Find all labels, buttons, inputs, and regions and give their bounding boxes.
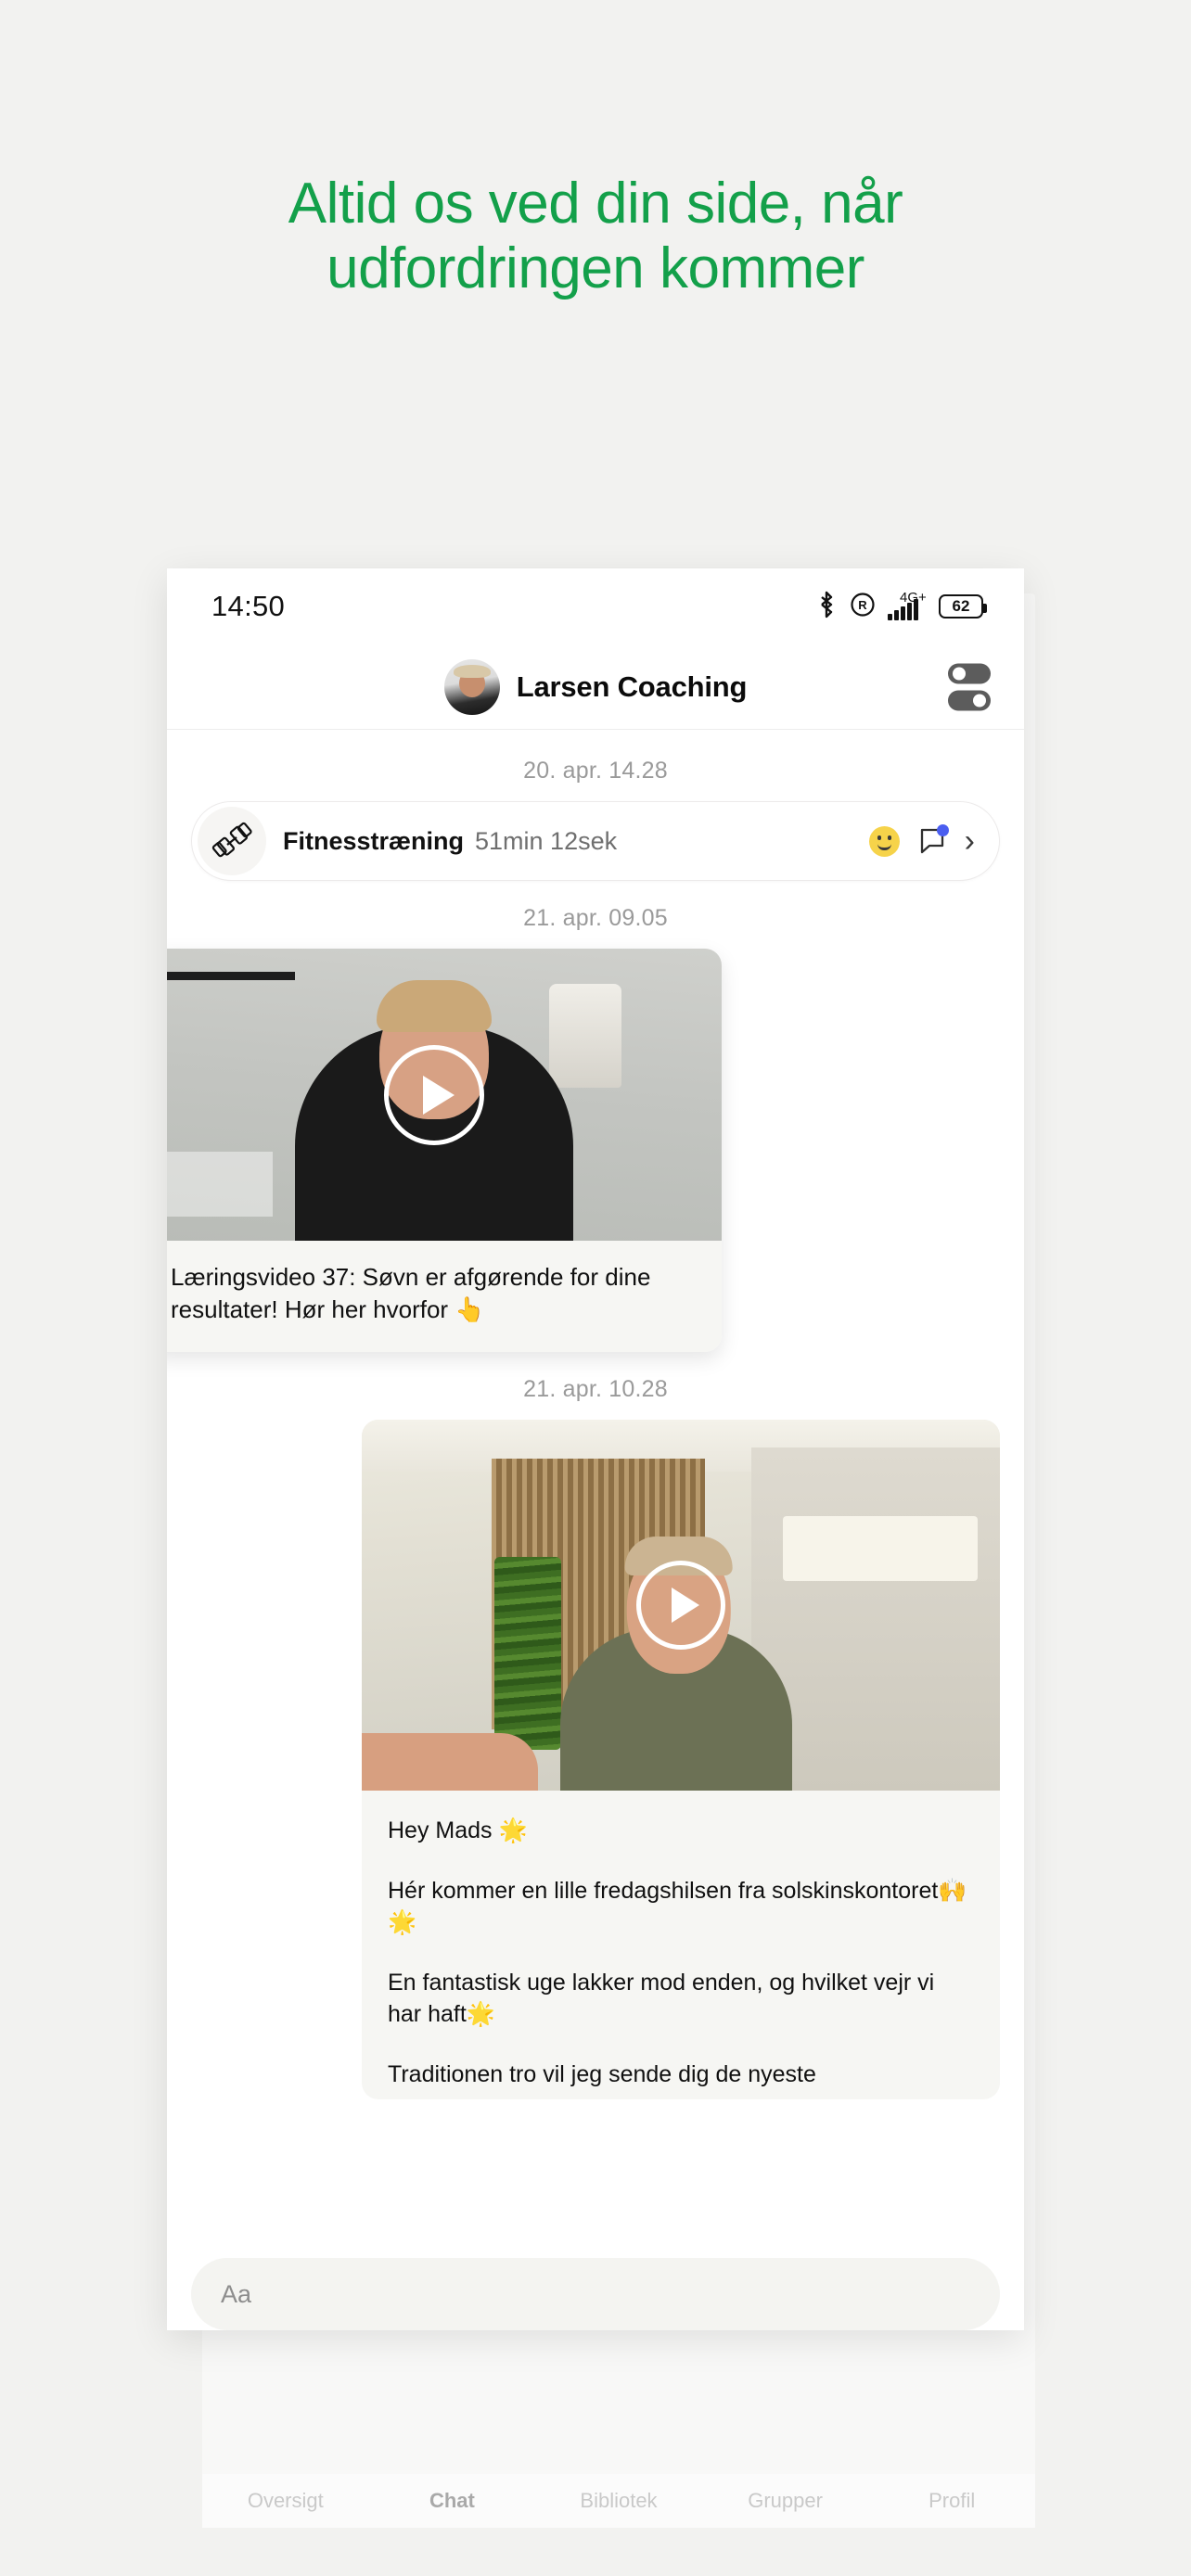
video-caption-text-1: Læringsvideo 37: Søvn er afgørende for d… xyxy=(171,1263,651,1324)
avatar xyxy=(443,658,500,715)
play-icon[interactable] xyxy=(384,1044,484,1145)
comment-bubble-icon[interactable] xyxy=(918,824,949,855)
video-thumbnail-2[interactable] xyxy=(362,1420,1000,1792)
promo-page: Altid os ved din side, når udfordringen … xyxy=(0,0,1191,2576)
video-message-2[interactable]: Hey Mads 🌟 Hér kommer en lille fredagshi… xyxy=(362,1420,1000,2100)
daystamp-3: 21. apr. 10.28 xyxy=(523,1376,668,1403)
smiley-icon[interactable] xyxy=(868,825,900,857)
ghost-nav-item-bibliotek: Bibliotek xyxy=(580,2489,658,2512)
chat-header: Larsen Coaching xyxy=(167,644,1024,730)
status-bar: 14:50 R 4G+ 62 xyxy=(167,568,1024,644)
video-caption-1: Læringsvideo 37: Søvn er afgørende for d… xyxy=(167,1241,722,1353)
ghost-nav-item-chat: Chat xyxy=(429,2489,475,2512)
wall-frame-decor xyxy=(167,949,295,980)
message-paragraph-4: Traditionen tro vil jeg sende dig de nye… xyxy=(388,2060,816,2087)
video-thumbnail-1[interactable] xyxy=(167,949,722,1241)
person2-arm xyxy=(362,1733,538,1792)
bluetooth-icon xyxy=(815,591,838,623)
message-input-placeholder: Aa xyxy=(221,2279,252,2308)
ghost-nav-item-oversigt: Oversigt xyxy=(247,2489,324,2512)
workout-card[interactable]: Fitnesstræning 51min 12sek › xyxy=(191,801,1000,881)
toggle-icon-bottom xyxy=(948,690,991,710)
signal-bars xyxy=(888,599,918,620)
phone-screenshot: 14:50 R 4G+ 62 Larsen Coaching 20. apr. … xyxy=(167,568,1024,2330)
message-composer: Aa xyxy=(167,2244,1024,2330)
chat-message-list[interactable]: 20. apr. 14.28 Fitnesstræning 51min 12se… xyxy=(167,730,1024,2244)
dumbbell-icon xyxy=(198,807,266,875)
person-hair xyxy=(377,980,492,1032)
signal-bars-icon: 4G+ xyxy=(888,590,927,620)
roaming-icon: R xyxy=(850,592,876,622)
toggle-icon-top xyxy=(948,663,991,683)
ghost-nav-item-grupper: Grupper xyxy=(748,2489,823,2512)
message-text-body: Hey Mads 🌟 Hér kommer en lille fredagshi… xyxy=(362,1791,1000,2099)
headline-line-1: Altid os ved din side, når xyxy=(288,172,903,236)
chat-header-identity[interactable]: Larsen Coaching xyxy=(443,658,748,715)
message-paragraph-1: Hey Mads 🌟 xyxy=(388,1817,528,1844)
chevron-right-icon[interactable]: › xyxy=(965,825,975,857)
workout-title: Fitnesstræning xyxy=(283,826,465,855)
status-time: 14:50 xyxy=(211,590,286,622)
light-panel-decor xyxy=(783,1516,978,1582)
headline-line-2: udfordringen kommer xyxy=(327,236,864,301)
video-message-1[interactable]: Læringsvideo 37: Søvn er afgørende for d… xyxy=(167,949,722,1353)
shelf-decor xyxy=(167,1152,273,1217)
background-bottom-nav: Oversigt Chat Bibliotek Grupper Profil xyxy=(202,2474,1035,2528)
plant-decor xyxy=(494,1557,561,1751)
battery-level: 62 xyxy=(952,597,970,615)
unread-dot xyxy=(936,824,949,836)
status-indicators: R 4G+ 62 xyxy=(815,590,987,623)
message-paragraph-2: Hér kommer en lille fredagshilsen fra so… xyxy=(388,1877,967,1936)
battery-icon: 62 xyxy=(939,594,987,618)
daystamp-2: 21. apr. 09.05 xyxy=(523,905,668,931)
lamp-decor xyxy=(549,984,621,1088)
message-paragraph-3: En fantastisk uge lakker mod enden, og h… xyxy=(388,1969,935,2028)
workout-duration: 51min 12sek xyxy=(475,826,618,855)
settings-toggles-button[interactable] xyxy=(948,663,991,710)
message-input[interactable]: Aa xyxy=(191,2258,1000,2330)
daystamp-1: 20. apr. 14.28 xyxy=(523,758,668,784)
workout-actions: › xyxy=(868,824,975,857)
page-title: Larsen Coaching xyxy=(516,670,748,703)
play-icon[interactable] xyxy=(636,1561,725,1651)
svg-text:R: R xyxy=(858,598,867,612)
scroll-fade xyxy=(167,2203,1024,2244)
ghost-nav-item-profil: Profil xyxy=(928,2489,976,2512)
page-headline: Altid os ved din side, når udfordringen … xyxy=(0,172,1191,301)
